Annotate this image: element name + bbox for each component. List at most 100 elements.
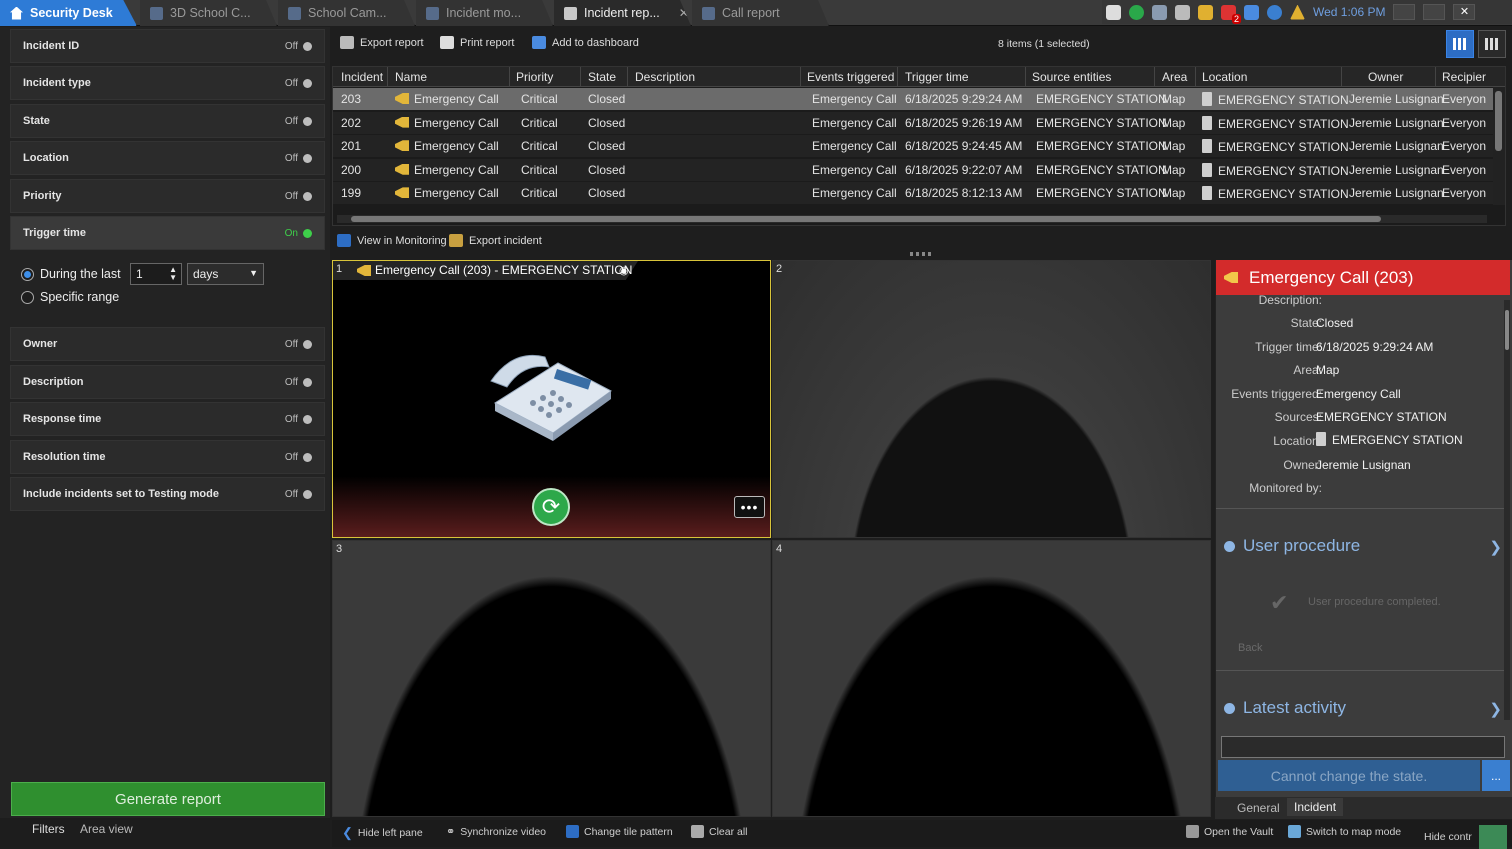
export-report-button[interactable]: Export report: [340, 36, 424, 49]
alarm-icon[interactable]: [1198, 4, 1213, 20]
change-state-button[interactable]: Cannot change the state.: [1218, 760, 1480, 791]
filter-location[interactable]: Location Off: [10, 141, 325, 175]
minimize-button[interactable]: [1393, 4, 1416, 20]
col-state[interactable]: State: [588, 70, 616, 84]
col-name[interactable]: Name: [395, 70, 427, 84]
col-source-entities[interactable]: Source entities: [1032, 70, 1111, 84]
col-location[interactable]: Location: [1202, 70, 1247, 84]
filter-toggle[interactable]: Off: [285, 489, 312, 500]
time-unit-select[interactable]: days ▼: [187, 263, 264, 285]
alarm-badge-icon[interactable]: 2: [1221, 4, 1241, 24]
back-button[interactable]: Back: [1238, 642, 1262, 654]
vertical-scrollbar[interactable]: [1493, 87, 1505, 205]
filter-incident-type[interactable]: Incident type Off: [10, 66, 325, 100]
col-area[interactable]: Area: [1162, 70, 1187, 84]
lock-icon[interactable]: [1175, 4, 1190, 20]
tab-incident[interactable]: Incident: [1287, 798, 1344, 816]
filter-toggle[interactable]: Off: [285, 414, 312, 425]
col-incident[interactable]: Incident: [341, 70, 383, 84]
video-tile-4[interactable]: 4: [772, 540, 1211, 817]
during-last-number-input[interactable]: 1 ▲ ▼: [130, 263, 182, 285]
table-row[interactable]: 199 Emergency Call Critical Closed Emergency…: [333, 182, 1493, 206]
col-events-triggered[interactable]: Events triggered: [807, 70, 894, 84]
tab-school-cam[interactable]: School Cam...: [278, 0, 415, 26]
export-incident-button[interactable]: Export incident: [449, 234, 542, 247]
specific-range-radio[interactable]: Specific range: [21, 290, 119, 304]
chevron-right-icon[interactable]: ❯: [1489, 700, 1502, 718]
video-tile-3[interactable]: 3: [332, 540, 771, 817]
filter-toggle[interactable]: Off: [285, 41, 312, 52]
monitor-icon[interactable]: [1152, 4, 1167, 20]
filter-toggle[interactable]: Off: [285, 78, 312, 89]
close-window-button[interactable]: ✕: [1453, 4, 1476, 20]
print-report-button[interactable]: Print report: [440, 36, 514, 49]
grid-view-button[interactable]: [1446, 30, 1474, 58]
filter-toggle[interactable]: Off: [285, 377, 312, 388]
table-row[interactable]: 203 Emergency Call Critical Closed Emergency…: [333, 88, 1493, 111]
synchronize-video-button[interactable]: ⚭ Synchronize video: [446, 825, 546, 839]
latest-activity-section[interactable]: Latest activity: [1224, 698, 1346, 718]
video-tile-2[interactable]: 2: [772, 260, 1211, 538]
filter-toggle[interactable]: Off: [285, 153, 312, 164]
tab-security-desk[interactable]: Security Desk: [0, 0, 137, 26]
col-trigger-time[interactable]: Trigger time: [905, 70, 969, 84]
comment-input[interactable]: [1221, 736, 1505, 758]
tab-general[interactable]: General: [1237, 801, 1280, 815]
filter-testing-mode[interactable]: Include incidents set to Testing mode Off: [10, 477, 325, 511]
tab-filters[interactable]: Filters: [32, 822, 65, 836]
tab-incident-monitoring[interactable]: Incident mo...: [416, 0, 553, 26]
clear-all-button[interactable]: Clear all: [691, 825, 748, 838]
chevron-right-icon[interactable]: ❯: [1489, 538, 1502, 556]
close-icon[interactable]: ✕: [679, 6, 689, 20]
details-scrollbar[interactable]: [1504, 300, 1510, 720]
table-row[interactable]: 200 Emergency Call Critical Closed Emergency…: [333, 158, 1493, 182]
col-description[interactable]: Description: [635, 70, 695, 84]
hide-left-pane-button[interactable]: ❮ Hide left pane: [342, 825, 423, 841]
tab-3d-school[interactable]: 3D School C...: [140, 0, 277, 26]
filter-response-time[interactable]: Response time Off: [10, 402, 325, 436]
filter-toggle[interactable]: Off: [285, 339, 312, 350]
phone-icon[interactable]: [1129, 4, 1144, 20]
restore-button[interactable]: [1423, 4, 1446, 20]
refresh-icon[interactable]: ⟳: [532, 488, 570, 526]
filter-resolution-time[interactable]: Resolution time Off: [10, 440, 325, 474]
tab-call-report[interactable]: Call report: [692, 0, 829, 26]
filter-toggle[interactable]: Off: [285, 452, 312, 463]
tile-menu-button[interactable]: •••: [734, 496, 765, 518]
table-row[interactable]: 202 Emergency Call Critical Closed Emergency…: [333, 111, 1493, 135]
scroll-thumb[interactable]: [1495, 91, 1502, 151]
sources-value[interactable]: EMERGENCY STATION: [1316, 410, 1447, 424]
location-value[interactable]: EMERGENCY STATION: [1316, 432, 1463, 447]
open-vault-button[interactable]: Open the Vault: [1186, 825, 1273, 838]
col-priority[interactable]: Priority: [516, 70, 553, 84]
switch-map-mode-button[interactable]: Switch to map mode: [1288, 825, 1401, 838]
genetec-icon[interactable]: [1106, 4, 1121, 20]
splitter-handle[interactable]: [910, 252, 932, 256]
generate-report-button[interactable]: Generate report: [11, 782, 325, 816]
filter-incident-id[interactable]: Incident ID Off: [10, 29, 325, 63]
filter-state[interactable]: State Off: [10, 104, 325, 138]
user-procedure-section[interactable]: User procedure: [1224, 536, 1360, 556]
volume-icon[interactable]: [1244, 4, 1259, 20]
filter-toggle[interactable]: Off: [285, 191, 312, 202]
spinner-icon[interactable]: ▲ ▼: [169, 266, 177, 282]
video-tile-1[interactable]: 1 Emergency Call (203) - EMERGENCY STATI…: [332, 260, 771, 538]
globe-icon[interactable]: [1267, 4, 1282, 20]
add-to-dashboard-button[interactable]: Add to dashboard: [532, 36, 639, 49]
col-recipients[interactable]: Recipier: [1442, 70, 1486, 84]
area-value[interactable]: Map: [1316, 363, 1339, 377]
filter-toggle[interactable]: Off: [285, 116, 312, 127]
horizontal-scrollbar[interactable]: [337, 215, 1487, 223]
more-options-button[interactable]: ...: [1482, 760, 1510, 791]
hide-controls-button[interactable]: Hide contr: [1424, 825, 1507, 849]
filter-priority[interactable]: Priority Off: [10, 179, 325, 213]
change-tile-pattern-button[interactable]: Change tile pattern: [566, 825, 673, 838]
warning-icon[interactable]: [1290, 4, 1305, 20]
tab-incident-report[interactable]: Incident rep... ✕: [554, 0, 691, 26]
col-owner[interactable]: Owner: [1368, 70, 1403, 84]
view-in-monitoring-button[interactable]: View in Monitoring: [337, 234, 447, 247]
filter-description[interactable]: Description Off: [10, 365, 325, 399]
chart-view-button[interactable]: [1478, 30, 1506, 58]
filter-toggle[interactable]: On: [285, 228, 312, 239]
eye-icon[interactable]: ◉: [619, 264, 629, 277]
